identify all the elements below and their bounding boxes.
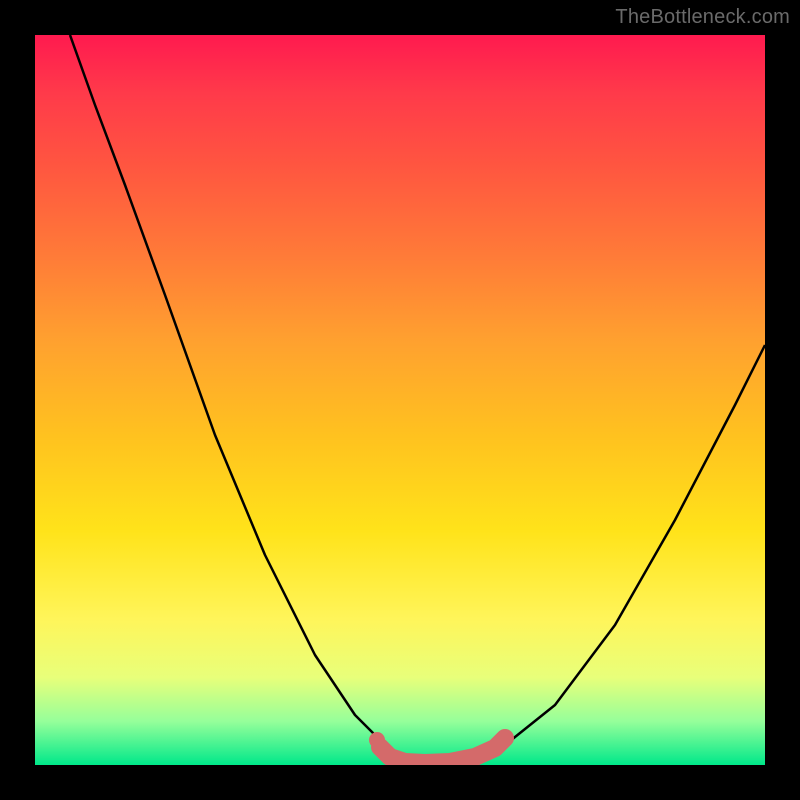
bottleneck-curve bbox=[70, 35, 765, 761]
valley-dot bbox=[369, 732, 385, 748]
watermark-text: TheBottleneck.com bbox=[615, 6, 790, 29]
chart-svg bbox=[35, 35, 765, 765]
chart-plot-area bbox=[35, 35, 765, 765]
valley-highlight bbox=[380, 738, 505, 763]
